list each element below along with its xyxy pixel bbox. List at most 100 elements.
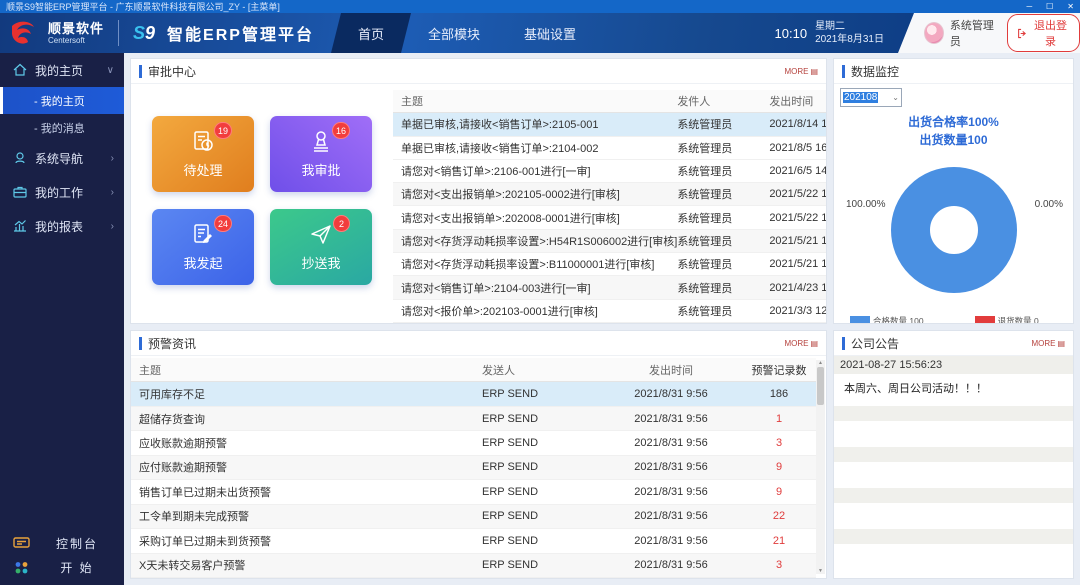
more-icon: ▤: [810, 67, 818, 76]
tile-cc-to-me[interactable]: 抄送我 2: [270, 209, 372, 285]
s9-logo: S9: [133, 23, 155, 44]
clock: 10:10 星期二 2021年8月31日: [775, 13, 898, 53]
alerts-table-header: 主题 发送人 发出时间 预警记录数: [131, 358, 816, 382]
pending-count-badge: 19: [214, 122, 232, 139]
scroll-up-icon[interactable]: ▲: [818, 360, 823, 366]
period-select-value: 202108: [843, 92, 878, 103]
tile-pending[interactable]: 待处理 19: [152, 116, 254, 192]
avatar[interactable]: [924, 22, 944, 44]
empty-row: [834, 529, 1073, 544]
sidebar-group-my-reports[interactable]: 我的报表 ›: [0, 209, 124, 243]
panel-accent-bar: [842, 65, 845, 78]
user-name: 系统管理员: [950, 17, 999, 49]
approval-more-link[interactable]: MORE▤: [784, 67, 818, 76]
approval-row[interactable]: 请您对<存货浮动耗损率设置>:B11000001进行[审核]系统管理员2021/…: [393, 253, 826, 276]
alerts-table: 主题 发送人 发出时间 预警记录数 可用库存不足ERP SEND2021/8/3…: [131, 358, 826, 578]
panel-accent-bar: [139, 337, 142, 350]
console-label: 控制台: [30, 535, 124, 552]
start-button[interactable]: 开 始: [0, 555, 124, 579]
product-name: 智能ERP管理平台: [167, 21, 314, 45]
empty-row: [834, 447, 1073, 462]
returned-percent-label: 0.00%: [1035, 199, 1063, 210]
chevron-right-icon: ›: [111, 153, 114, 164]
clock-date: 2021年8月31日: [815, 33, 884, 47]
sidebar-group-system-nav[interactable]: 系统导航 ›: [0, 141, 124, 175]
sidebar: 我的主页 ∨ - 我的主页 - 我的消息 系统导航 › 我的工作 › 我的报表 …: [0, 53, 124, 585]
navigation-icon: [12, 150, 28, 166]
alerts-more-link[interactable]: MORE▤: [784, 339, 818, 348]
scroll-down-icon[interactable]: ▼: [818, 568, 823, 574]
approval-panel-title: 审批中心: [148, 63, 196, 80]
period-select[interactable]: 202108 ⌄: [840, 88, 902, 107]
sidebar-item-my-messages[interactable]: - 我的消息: [0, 114, 124, 141]
more-icon: ▤: [1057, 339, 1065, 348]
approval-center-panel: 审批中心 MORE▤ 待处理 19 我审批 16: [130, 58, 827, 324]
approval-row[interactable]: 请您对<销售订单>:2104-003进行[一审]系统管理员2021/4/23 1…: [393, 276, 826, 299]
window-title: 顺景S9智能ERP管理平台 - 广东顺景软件科技有限公司_ZY - [主菜单]: [6, 0, 280, 13]
legend-returned: 退货数量 0 (0.00%): [975, 315, 1067, 324]
alert-row[interactable]: 销售订单已过期未出货预警ERP SEND2021/8/31 9:569: [131, 480, 816, 504]
approval-row[interactable]: 单据已审核,请接收<销售订单>:2104-002系统管理员2021/8/5 16…: [393, 137, 826, 160]
alerts-panel-title: 预警资讯: [148, 335, 196, 352]
select-caret-icon: ⌄: [892, 93, 899, 102]
alert-row[interactable]: 可用库存不足ERP SEND2021/8/31 9:56186: [131, 382, 816, 406]
user-area: 系统管理员 退出登录: [898, 13, 1080, 53]
home-icon: [12, 62, 28, 78]
brand-name: 顺景软件: [48, 22, 104, 35]
alert-row[interactable]: 采购订单已过期未到货预警ERP SEND2021/8/31 9:5621: [131, 529, 816, 553]
alerts-panel: 预警资讯 MORE▤ 主题 发送人 发出时间 预警记录数 可用库存不足ERP S…: [130, 330, 827, 579]
tab-all-modules[interactable]: 全部模块: [406, 13, 502, 53]
approval-row[interactable]: 请您对<支出报销单>:202105-0002进行[审核]系统管理员2021/5/…: [393, 183, 826, 206]
chart-icon: [12, 218, 28, 234]
announcement-content: 本周六、周日公司活动！！！: [834, 374, 1073, 406]
clock-time: 10:10: [775, 26, 808, 41]
alert-row[interactable]: X天未转交易客户预警ERP SEND2021/8/31 9:563: [131, 554, 816, 578]
approval-row[interactable]: 请您对<存货浮动耗损率设置>:H54R1S006002进行[审核]系统管理员20…: [393, 230, 826, 253]
chevron-down-icon: ∨: [107, 65, 114, 76]
announcements-title: 公司公告: [851, 335, 899, 352]
tab-basic-settings[interactable]: 基础设置: [502, 13, 598, 53]
data-monitor-panel: 数据监控 202108 ⌄ 出货合格率100% 出货数量100 100.00% …: [833, 58, 1074, 324]
alert-row[interactable]: 超储存货查询ERP SEND2021/8/31 9:561: [131, 407, 816, 431]
panel-accent-bar: [842, 337, 845, 350]
chart-title-line2: 出货数量100: [840, 131, 1067, 149]
alerts-scrollbar[interactable]: ▲ ▼: [816, 360, 825, 574]
window-titlebar: 顺景S9智能ERP管理平台 - 广东顺景软件科技有限公司_ZY - [主菜单] …: [0, 0, 1080, 13]
console-button[interactable]: 控制台: [0, 531, 124, 555]
maximize-icon[interactable]: ☐: [1046, 0, 1053, 13]
logout-button[interactable]: 退出登录: [1007, 14, 1080, 52]
sidebar-item-my-home[interactable]: - 我的主页: [0, 87, 124, 114]
chevron-right-icon: ›: [111, 221, 114, 232]
scroll-thumb[interactable]: [817, 367, 824, 405]
minimize-icon[interactable]: ─: [1026, 0, 1032, 13]
stamp-icon: [308, 129, 334, 155]
approval-row[interactable]: 请您对<报价单>:202103-0001进行[审核]系统管理员2021/3/3 …: [393, 300, 826, 323]
alert-row[interactable]: 应收账款逾期预警ERP SEND2021/8/31 9:563: [131, 431, 816, 455]
alert-row[interactable]: 应付账款逾期预警ERP SEND2021/8/31 9:569: [131, 456, 816, 480]
approval-row[interactable]: 请您对<销售订单>:2106-001进行[一审]系统管理员2021/6/5 14…: [393, 160, 826, 183]
qualified-percent-label: 100.00%: [846, 199, 885, 210]
panel-accent-bar: [139, 65, 142, 78]
donut-chart: 100.00% 0.00%: [840, 155, 1067, 305]
tile-my-approvals[interactable]: 我审批 16: [270, 116, 372, 192]
alert-row[interactable]: 工令单到期未完成预警ERP SEND2021/8/31 9:5622: [131, 505, 816, 529]
approval-row[interactable]: 请您对<支出报销单>:202008-0001进行[审核]系统管理员2021/5/…: [393, 206, 826, 229]
approval-table: 主题 发件人 发出时间 单据已审核,请接收<销售订单>:2105-001系统管理…: [393, 90, 826, 323]
sidebar-group-my-home[interactable]: 我的主页 ∨: [0, 53, 124, 87]
start-grid-icon: [13, 560, 30, 575]
initiated-count-badge: 24: [214, 215, 232, 232]
empty-row: [834, 503, 1073, 529]
my-approvals-count-badge: 16: [332, 122, 350, 139]
briefcase-icon: [12, 184, 28, 200]
sidebar-group-my-work[interactable]: 我的工作 ›: [0, 175, 124, 209]
tile-initiated-by-me[interactable]: 我发起 24: [152, 209, 254, 285]
announcement-date[interactable]: 2021-08-27 15:56:23: [834, 356, 1073, 374]
pending-doc-clock-icon: [190, 129, 216, 155]
legend-swatch-red: [975, 316, 995, 324]
announcements-more-link[interactable]: MORE▤: [1031, 339, 1065, 348]
approval-row[interactable]: 单据已审核,请接收<销售订单>:2105-001系统管理员2021/8/14 1…: [393, 113, 826, 136]
doc-edit-icon: [190, 222, 216, 248]
tab-home[interactable]: 首页: [336, 13, 406, 53]
close-icon[interactable]: ✕: [1067, 0, 1074, 13]
logo-divider: [118, 20, 119, 46]
